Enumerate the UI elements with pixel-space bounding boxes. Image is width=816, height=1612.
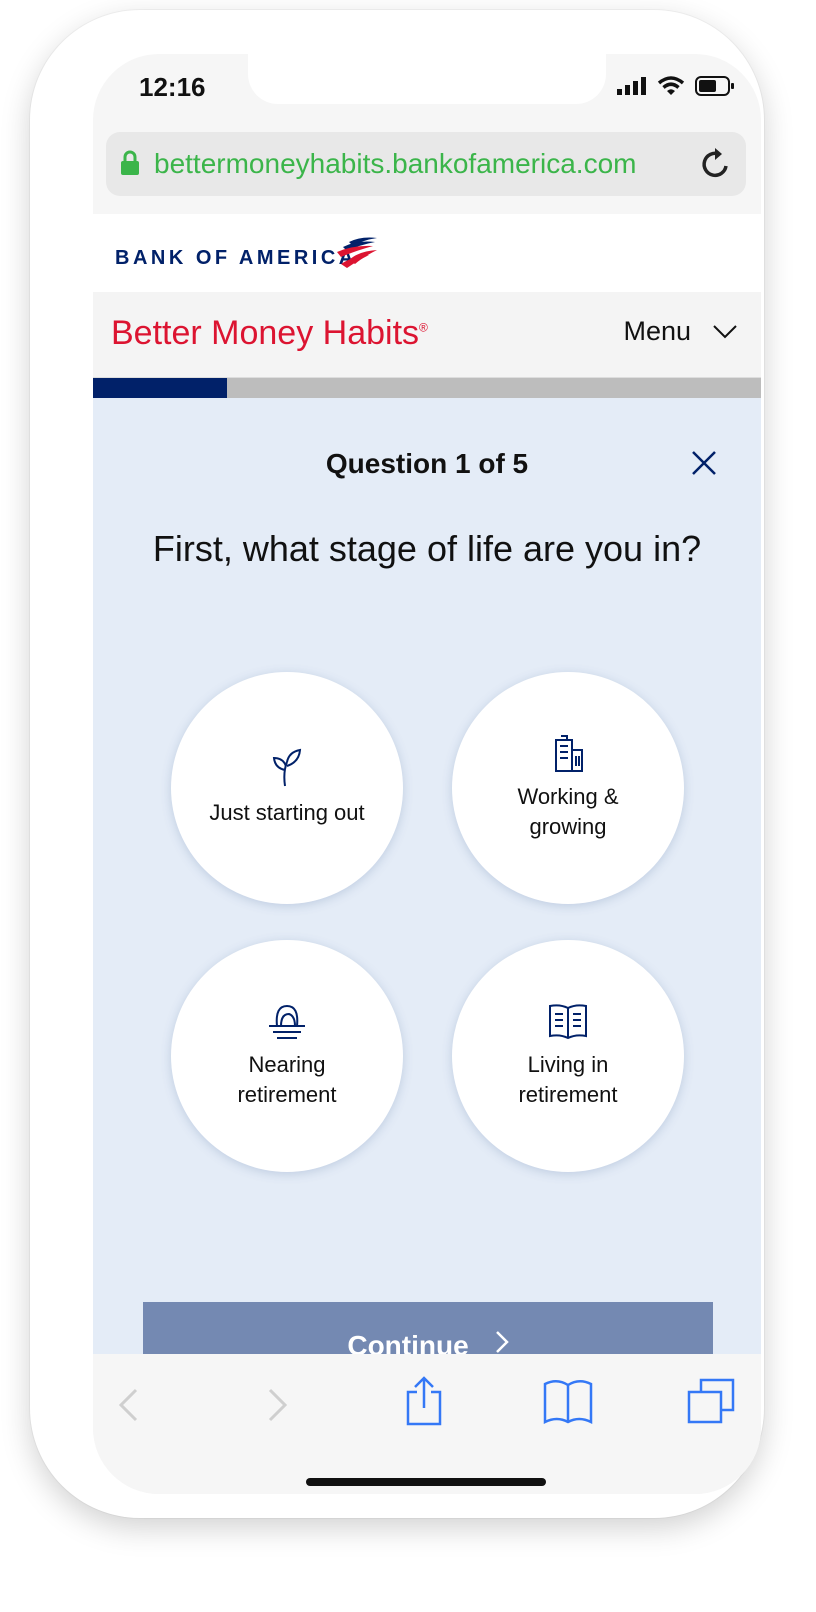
quiz-progress-bar <box>93 378 761 398</box>
option-working-growing[interactable]: Working & growing <box>452 672 684 904</box>
status-icons <box>617 76 735 96</box>
battery-icon <box>695 76 734 96</box>
browser-toolbar <box>93 1354 761 1494</box>
menu-label: Menu <box>623 316 691 346</box>
notch <box>248 54 606 104</box>
quiz-panel: Question 1 of 5 First, what stage of lif… <box>93 398 761 1382</box>
forward-icon[interactable] <box>267 1388 289 1422</box>
site-title[interactable]: Better Money Habits® <box>111 314 428 353</box>
site-title-text: Better Money Habits <box>111 314 420 352</box>
signal-icon <box>617 77 646 95</box>
nest-egg-icon <box>269 1004 305 1039</box>
home-indicator[interactable] <box>306 1478 546 1486</box>
site-header: Better Money Habits® Menu <box>93 292 761 378</box>
chevron-right-icon <box>495 1331 509 1353</box>
tabs-icon[interactable] <box>687 1378 735 1424</box>
building-icon <box>555 735 583 772</box>
option-just-starting-out[interactable]: Just starting out <box>171 672 403 904</box>
option-label: Nearing retirement <box>237 1052 337 1107</box>
bank-logo-text: BANK OF AMERICA <box>115 247 357 269</box>
question-text: First, what stage of life are you in? <box>152 528 702 569</box>
option-nearing-retirement[interactable]: Nearing retirement <box>171 940 403 1172</box>
status-time: 12:16 <box>139 72 206 102</box>
reload-icon[interactable] <box>700 146 732 180</box>
menu-button[interactable]: Menu <box>623 316 737 347</box>
registered-mark: ® <box>419 320 428 335</box>
url-text: bettermoneyhabits.bankofamerica.com <box>154 148 637 179</box>
option-label: Working & growing <box>517 784 619 839</box>
close-icon[interactable] <box>691 450 717 476</box>
back-icon[interactable] <box>117 1388 139 1422</box>
address-bar[interactable]: bettermoneyhabits.bankofamerica.com <box>106 132 746 196</box>
chevron-down-icon <box>713 324 737 338</box>
option-label: Living in retirement <box>518 1052 618 1107</box>
sprout-icon <box>272 748 302 787</box>
question-counter: Question 1 of 5 <box>325 448 529 479</box>
quiz-progress-fill <box>93 378 227 398</box>
option-living-in-retirement[interactable]: Living in retirement <box>452 940 684 1172</box>
bookmarks-icon[interactable] <box>543 1378 593 1424</box>
bank-flag-logo-icon[interactable] <box>331 236 381 270</box>
option-label: Just starting out <box>209 800 365 825</box>
lock-icon <box>121 150 139 175</box>
wifi-icon <box>657 76 685 95</box>
bank-header: BANK OF AMERICA <box>93 214 761 292</box>
screen: 12:16 bettermoneyhabits.bankofamerica.co… <box>93 54 761 1494</box>
open-book-icon <box>549 1004 587 1040</box>
share-icon[interactable] <box>405 1376 443 1426</box>
phone-frame: 12:16 bettermoneyhabits.bankofamerica.co… <box>30 10 764 1518</box>
